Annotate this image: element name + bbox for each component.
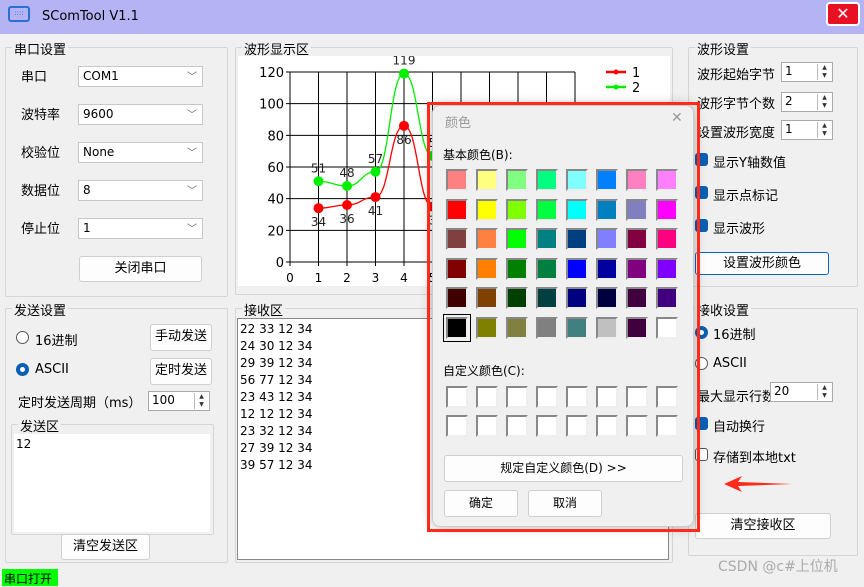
max-lines-label: 最大显示行数 [697, 390, 776, 405]
recv-ascii-label: ASCII [713, 356, 747, 371]
serial-field-label: 停止位 [21, 222, 61, 237]
data-label: 51 [311, 161, 326, 175]
combo-value: None [83, 145, 115, 159]
serial-field-combo[interactable]: 1 ﹀ [78, 218, 203, 239]
x-tick-label: 4 [400, 271, 408, 285]
data-point [313, 176, 324, 187]
x-tick-label: 0 [286, 271, 294, 285]
legend-marker [613, 84, 619, 90]
data-label: 48 [339, 166, 354, 180]
max-lines-spinner[interactable]: 20 ▲ ▼ [770, 382, 833, 402]
serial-field-combo[interactable]: COM1 ﹀ [78, 66, 203, 87]
x-tick-label: 1 [315, 271, 323, 285]
wave-width-label: 设置波形宽度 [697, 126, 776, 141]
wave-option-label: 显示点标记 [713, 189, 779, 204]
send-ascii-label: ASCII [35, 362, 69, 377]
data-label: 34 [311, 215, 326, 229]
manual-send-button[interactable]: 手动发送 [150, 324, 212, 351]
y-tick-label: 40 [267, 193, 284, 208]
y-tick-label: 80 [267, 129, 284, 144]
window-title: SComTool V1.1 [42, 9, 139, 24]
serial-field-combo[interactable]: None ﹀ [78, 142, 203, 163]
clear-receive-button[interactable]: 清空接收区 [695, 513, 831, 539]
start-byte-label: 波形起始字节 [697, 68, 776, 83]
byte-count-label: 波形字节个数 [697, 97, 776, 112]
combo-value: 8 [83, 183, 91, 197]
chevron-down-icon: ﹀ [187, 72, 197, 83]
start-byte-spinner[interactable]: 1 ▲ ▼ [781, 62, 833, 82]
y-tick-label: 20 [267, 224, 284, 239]
save-txt-label: 存储到本地txt [713, 451, 796, 466]
recv-hex-label: 16进制 [713, 328, 756, 343]
group-title: 发送区 [18, 416, 62, 435]
red-arrow-annotation [724, 476, 792, 492]
dialog-highlight-box [427, 102, 700, 532]
serial-field-label: 波特率 [21, 108, 61, 123]
wave-option-label: 显示Y轴数值 [713, 156, 786, 171]
serial-field-label: 数据位 [21, 184, 61, 199]
set-wave-color-button[interactable]: 设置波形颜色 [695, 252, 829, 275]
data-point [370, 192, 381, 203]
y-tick-label: 60 [267, 161, 284, 176]
close-icon: ✕ [836, 4, 850, 23]
close-port-button[interactable]: 关闭串口 [79, 256, 202, 282]
clear-send-button[interactable]: 清空发送区 [61, 534, 150, 560]
data-label: 86 [396, 133, 411, 147]
chevron-down-icon: ﹀ [187, 224, 197, 235]
send-hex-label: 16进制 [35, 334, 78, 349]
data-label: 41 [368, 204, 383, 218]
chevron-down-icon: ﹀ [187, 110, 197, 121]
send-hex-radio[interactable] [16, 331, 29, 344]
watermark: CSDN @c#上位机 [718, 559, 838, 575]
app-icon: :::: [8, 6, 30, 22]
send-textarea[interactable]: 12 [14, 434, 210, 532]
group-title: 发送设置 [12, 300, 69, 319]
send-period-spinner[interactable]: 100 ▲ ▼ [148, 391, 210, 411]
timed-send-button[interactable]: 定时发送 [150, 358, 212, 385]
send-period-label: 定时发送周期（ms） [18, 396, 142, 411]
serial-field-label: 校验位 [21, 146, 61, 161]
x-tick-label: 2 [343, 271, 351, 285]
status-label: 串口打开 [2, 569, 58, 586]
title-bar: :::: SComTool V1.1 ✕ [0, 0, 864, 34]
wave-width-spinner[interactable]: 1 ▲ ▼ [781, 120, 833, 140]
data-point [342, 200, 352, 210]
send-ascii-radio[interactable] [16, 363, 29, 376]
serial-field-combo[interactable]: 8 ﹀ [78, 180, 203, 201]
data-point [313, 203, 324, 214]
chevron-down-icon: ﹀ [187, 186, 197, 197]
data-label: 57 [368, 152, 383, 166]
serial-field-combo[interactable]: 9600 ﹀ [78, 104, 203, 125]
data-point [399, 68, 409, 79]
auto-wrap-label: 自动换行 [713, 420, 766, 435]
legend-label: 2 [632, 81, 640, 96]
chevron-down-icon: ﹀ [187, 148, 197, 159]
data-point [370, 166, 381, 177]
group-title: 接收区 [242, 300, 286, 319]
wave-option-label: 显示波形 [713, 222, 766, 237]
combo-value: 1 [83, 221, 91, 235]
combo-value: COM1 [83, 69, 119, 83]
legend-marker [613, 69, 619, 75]
combo-value: 9600 [83, 107, 114, 121]
data-point [399, 120, 409, 131]
byte-count-spinner[interactable]: 2 ▲ ▼ [781, 92, 833, 112]
serial-field-label: 串口 [21, 70, 48, 85]
data-label: 36 [339, 212, 354, 226]
close-button[interactable]: ✕ [826, 2, 860, 26]
y-tick-label: 100 [259, 98, 284, 113]
legend-label: 1 [632, 66, 640, 81]
y-tick-label: 0 [276, 256, 284, 271]
x-tick-label: 3 [372, 271, 380, 285]
data-label: 119 [393, 56, 416, 68]
group-title: 接收设置 [695, 300, 752, 319]
data-point [342, 181, 352, 191]
y-tick-label: 120 [259, 66, 284, 81]
group-title: 串口设置 [12, 39, 69, 58]
group-title: 波形设置 [695, 39, 752, 58]
